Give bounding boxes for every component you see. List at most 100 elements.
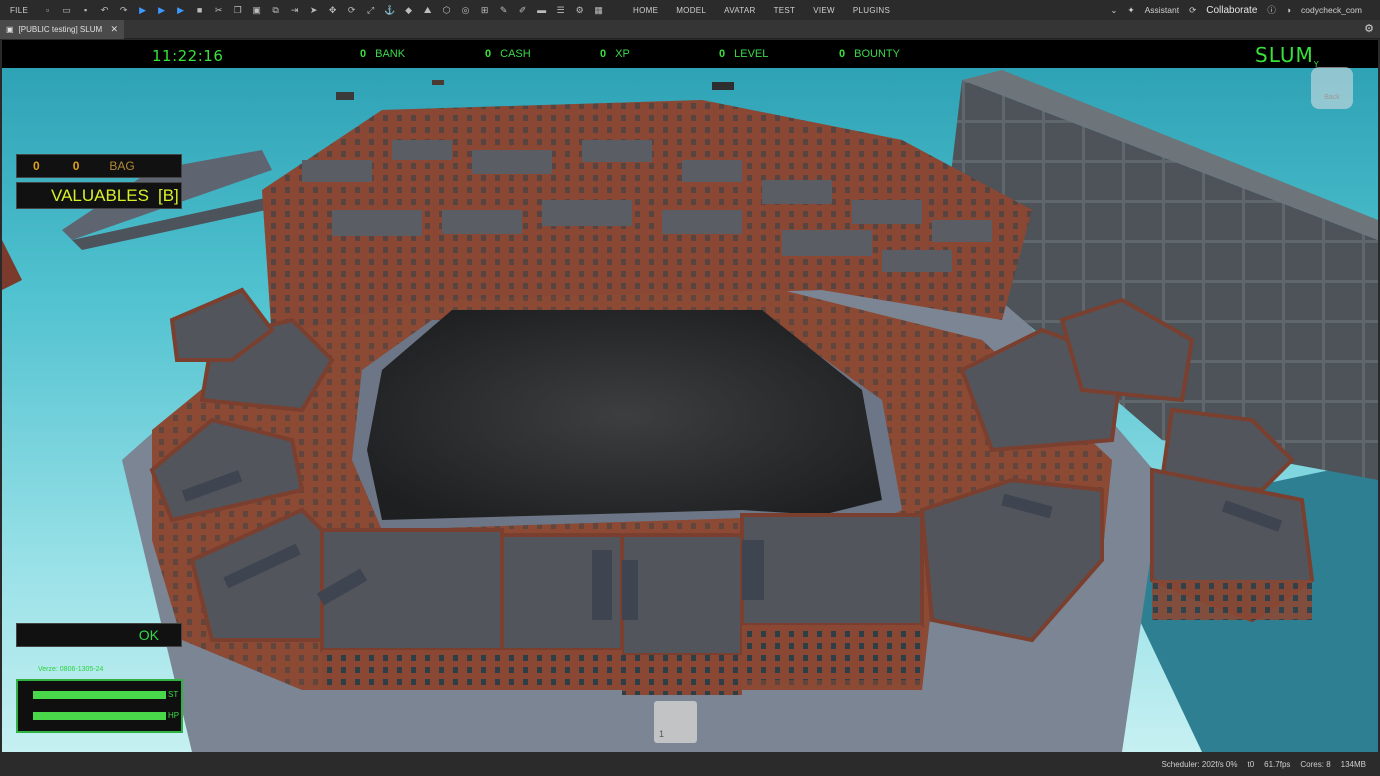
health-bar xyxy=(33,712,166,720)
settings-gear-icon[interactable]: ⚙ xyxy=(1364,22,1374,35)
health-bar-fill xyxy=(33,712,166,720)
level-label: LEVEL xyxy=(734,48,769,60)
anchor-icon[interactable]: ⚓ xyxy=(383,4,396,17)
view-cube[interactable]: Back xyxy=(1311,67,1353,109)
folder-icon[interactable]: ▬ xyxy=(535,4,548,17)
scheduler-stat: Scheduler: 202f/s 0% xyxy=(1161,760,1238,769)
script-icon[interactable]: ✐ xyxy=(516,4,529,17)
health-label: HP xyxy=(168,711,180,720)
username[interactable]: codycheck_com xyxy=(1301,5,1362,15)
close-icon[interactable]: ✕ xyxy=(110,24,118,35)
tab-model[interactable]: MODEL xyxy=(676,6,706,15)
tab-avatar[interactable]: AVATAR xyxy=(724,6,755,15)
stamina-bar-fill xyxy=(33,691,166,699)
bank-stat: 0 BANK xyxy=(360,48,405,60)
studio-statusbar: Scheduler: 202f/s 0% t0 61.7fps Cores: 8… xyxy=(0,753,1380,776)
cash-label: CASH xyxy=(500,48,531,60)
game-clock: 11:22:16 xyxy=(152,47,224,65)
xp-value: 0 xyxy=(600,48,607,60)
cash-value: 0 xyxy=(485,48,492,60)
toolbox-icon[interactable]: ⊞ xyxy=(478,4,491,17)
bag-count-b: 0 xyxy=(72,159,80,173)
edit-icon[interactable]: ✎ xyxy=(497,4,510,17)
tab-plugins[interactable]: PLUGINS xyxy=(853,6,890,15)
xp-label: XP xyxy=(615,48,630,60)
paste-icon[interactable]: ▣ xyxy=(250,4,263,17)
select-icon[interactable]: ➤ xyxy=(307,4,320,17)
status-panel: OK xyxy=(16,623,182,647)
move-icon[interactable]: ✥ xyxy=(326,4,339,17)
model-icon[interactable]: ⬡ xyxy=(440,4,453,17)
hud-top-bar: 11:22:16 0 BANK 0 CASH 0 XP 0 LEVEL 0 BO… xyxy=(2,40,1378,69)
assistant-button[interactable]: Assistant xyxy=(1145,5,1180,15)
stamina-label: ST xyxy=(168,690,179,699)
game-viewport[interactable]: 11:22:16 0 BANK 0 CASH 0 XP 0 LEVEL 0 BO… xyxy=(2,40,1378,752)
view-cube-label: Back xyxy=(1324,93,1340,101)
version-text: Verze: 0806-1305-24 xyxy=(38,666,104,673)
ribbon-tabs: HOME MODEL AVATAR TEST VIEW PLUGINS xyxy=(633,0,890,20)
undo-icon[interactable]: ↶ xyxy=(98,4,111,17)
collaborate-button[interactable]: Collaborate xyxy=(1206,5,1257,16)
dropdown-chevron-icon[interactable]: ⌄ xyxy=(1110,5,1117,16)
document-tab-title: [PUBLIC testing] SLUM xyxy=(18,25,103,34)
tab-home[interactable]: HOME xyxy=(633,6,658,15)
cores-stat: Cores: 8 xyxy=(1300,760,1331,769)
valuables-button[interactable]: VALUABLES [B] xyxy=(16,182,182,209)
stamina-health-panel: ST HP xyxy=(16,679,183,733)
terrain-icon[interactable]: ⛰ xyxy=(421,4,434,17)
level-stat: 0 LEVEL xyxy=(719,48,768,60)
bounty-value: 0 xyxy=(839,48,846,60)
properties-icon[interactable]: ⚙ xyxy=(573,4,586,17)
level-value: 0 xyxy=(719,48,726,60)
scale-icon[interactable]: ⤢ xyxy=(364,4,377,17)
game-logo: SLUMY xyxy=(1255,43,1320,69)
assistant-icon[interactable]: ✦ xyxy=(1127,5,1134,16)
xp-stat: 0 XP xyxy=(600,48,630,60)
new-file-icon[interactable]: ▫ xyxy=(41,4,54,17)
studio-topbar: FILE ▫ ▭ ▪ ↶ ↷ ▶ ▶ ▶ ■ ✂ ❐ ▣ ⧉ ⇥ ➤ ✥ ⟳ ⤢… xyxy=(0,0,1380,20)
bag-label: BAG xyxy=(109,159,135,173)
redo-icon[interactable]: ↷ xyxy=(117,4,130,17)
valuables-key: [B] xyxy=(157,185,179,205)
output-icon[interactable]: ▦ xyxy=(592,4,605,17)
save-icon[interactable]: ▪ xyxy=(79,4,92,17)
valuables-label: VALUABLES xyxy=(51,185,149,205)
bag-count-a: 0 xyxy=(33,159,40,173)
import-icon[interactable]: ⇥ xyxy=(288,4,301,17)
mesh-icon[interactable]: ◎ xyxy=(459,4,472,17)
duplicate-icon[interactable]: ⧉ xyxy=(269,4,282,17)
city-scene xyxy=(2,70,1378,752)
open-folder-icon[interactable]: ▭ xyxy=(60,4,73,17)
t-stat: t0 xyxy=(1247,760,1255,769)
tab-test[interactable]: TEST xyxy=(774,6,796,15)
rotate-icon[interactable]: ⟳ xyxy=(345,4,358,17)
studio-window: FILE ▫ ▭ ▪ ↶ ↷ ▶ ▶ ▶ ■ ✂ ❐ ▣ ⧉ ⇥ ➤ ✥ ⟳ ⤢… xyxy=(0,0,1380,776)
memory-stat: 134MB xyxy=(1340,760,1366,769)
place-icon: ▣ xyxy=(6,25,14,34)
bank-label: BANK xyxy=(375,48,406,60)
part-icon[interactable]: ◆ xyxy=(402,4,415,17)
play-here-icon[interactable]: ▶ xyxy=(155,4,168,17)
share-icon[interactable]: ⟳ xyxy=(1189,5,1196,16)
bag-panel: 0 0 BAG xyxy=(16,154,182,178)
topbar-right: ⌄ ✦ Assistant ⟳ Collaborate ⓘ ◑ codychec… xyxy=(1110,0,1380,20)
stamina-bar xyxy=(33,691,166,699)
tab-view[interactable]: VIEW xyxy=(813,6,835,15)
status-ok-text: OK xyxy=(138,627,159,643)
cash-stat: 0 CASH xyxy=(485,48,531,60)
cut-icon[interactable]: ✂ xyxy=(212,4,225,17)
help-icon[interactable]: ⓘ xyxy=(1267,4,1276,16)
file-menu[interactable]: FILE xyxy=(0,6,38,15)
run-icon[interactable]: ▶ xyxy=(174,4,187,17)
hotbar-slot[interactable]: 1 xyxy=(654,701,697,743)
document-tab[interactable]: ▣ [PUBLIC testing] SLUM ✕ xyxy=(0,20,124,39)
bounty-stat: 0 BOUNTY xyxy=(839,48,900,60)
bounty-label: BOUNTY xyxy=(854,48,900,60)
stop-icon[interactable]: ■ xyxy=(193,4,206,17)
notifications-icon[interactable]: ◑ xyxy=(1286,5,1291,15)
game-logo-text: SLUM xyxy=(1255,43,1314,67)
explorer-icon[interactable]: ☰ xyxy=(554,4,567,17)
fps-stat: 61.7fps xyxy=(1264,760,1291,769)
play-icon[interactable]: ▶ xyxy=(136,4,149,17)
copy-icon[interactable]: ❐ xyxy=(231,4,244,17)
